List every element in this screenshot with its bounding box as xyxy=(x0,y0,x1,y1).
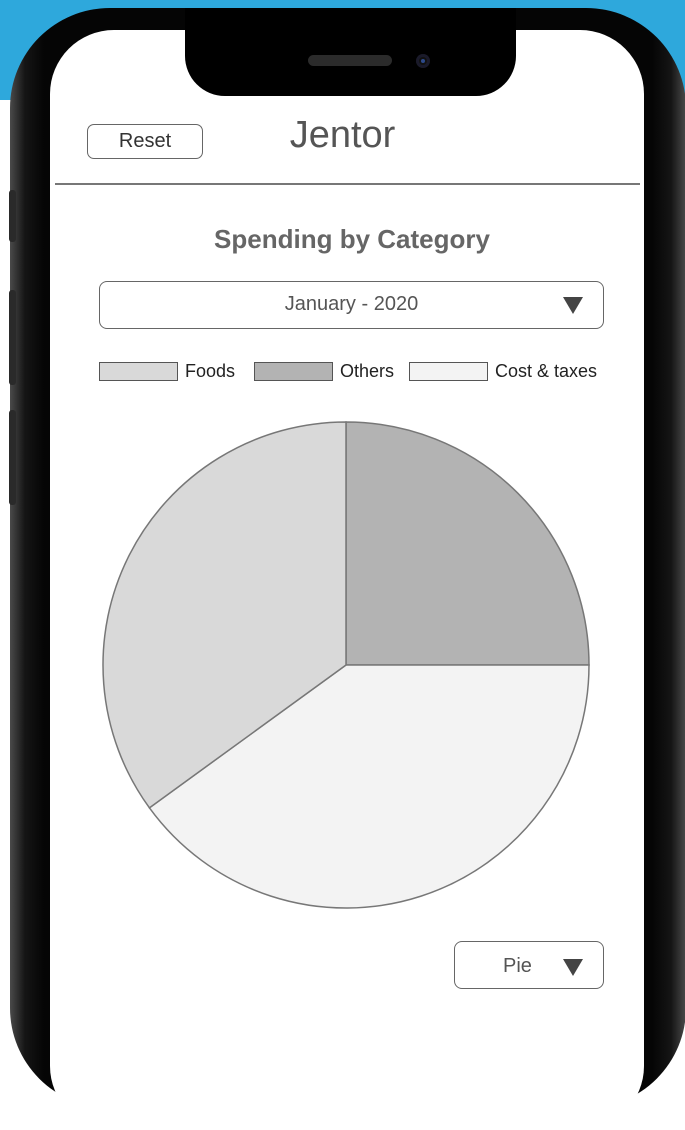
pie-chart xyxy=(102,421,590,909)
triangle-down-icon xyxy=(563,959,583,976)
chart-type-select-value: Pie xyxy=(503,955,532,977)
chart-type-select[interactable]: Pie xyxy=(454,941,604,989)
pie-slice-others xyxy=(345,421,590,666)
